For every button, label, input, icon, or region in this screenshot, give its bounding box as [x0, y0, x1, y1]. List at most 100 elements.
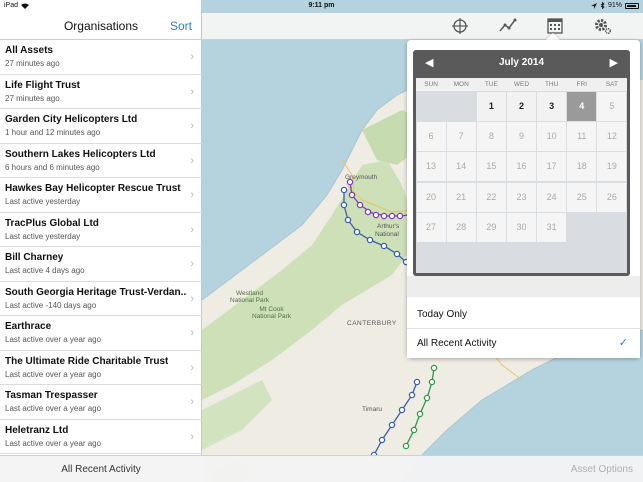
option-today-only-label: Today Only	[417, 309, 468, 320]
calendar-day[interactable]: 7	[446, 121, 476, 152]
calendar-icon[interactable]	[544, 15, 566, 37]
org-last-active: Last active 4 days ago	[5, 266, 85, 275]
calendar-day[interactable]: 3	[537, 91, 567, 121]
chevron-right-icon: ›	[190, 258, 194, 270]
calendar-day[interactable]: 30	[506, 212, 537, 243]
all-recent-activity-button[interactable]: All Recent Activity	[0, 455, 202, 482]
calendar-weekdays: SUN MON TUE WED THU FRI SAT	[416, 78, 627, 91]
org-last-active: Last active -140 days ago	[5, 300, 97, 310]
calendar-day[interactable]: 19	[597, 152, 627, 182]
org-last-active: 27 minutes ago	[5, 93, 60, 103]
calendar-day[interactable]: 22	[476, 182, 506, 212]
org-name: Earthrace	[5, 321, 52, 332]
list-item[interactable]: Heletranz Ltd Last active over a year ago…	[0, 420, 202, 454]
calendar-day[interactable]: 10	[537, 121, 567, 152]
next-month-icon[interactable]: ▶	[610, 56, 618, 69]
org-name: Life Flight Trust	[5, 79, 80, 91]
org-name: Garden City Helicopters Ltd	[5, 114, 138, 125]
checkmark-icon: ✓	[618, 337, 628, 349]
map-label-timaru: Timaru	[362, 406, 382, 413]
calendar-day[interactable]: 14	[446, 152, 476, 182]
battery-percent: 91%	[607, 2, 622, 9]
map-footer: Asset Options	[202, 455, 643, 482]
calendar-day[interactable]: 9	[506, 121, 537, 152]
org-name: South Georgia Heritage Trust-Verdan...	[5, 286, 187, 298]
map-label-greymouth: Greymouth	[345, 174, 378, 181]
calendar-day[interactable]: 23	[506, 182, 537, 212]
calendar-day[interactable]: 17	[537, 152, 567, 182]
calendar-day[interactable]: 25	[567, 182, 597, 212]
chevron-right-icon: ›	[190, 430, 194, 443]
org-name: Tasman Trespasser	[5, 390, 98, 401]
org-name: The Ultimate Ride Charitable Trust	[5, 355, 169, 367]
calendar-day[interactable]: 16	[506, 152, 537, 182]
battery-icon	[625, 2, 639, 9]
calendar-day[interactable]: 13	[416, 152, 446, 182]
calendar-day[interactable]: 24	[537, 182, 567, 212]
calendar-day[interactable]: 29	[476, 212, 506, 243]
list-item[interactable]: The Ultimate Ride Charitable Trust Last a…	[0, 351, 202, 385]
list-item[interactable]: Southern Lakes Helicopters Ltd 6 hours an…	[0, 144, 202, 178]
calendar-grid: 1 2 3 4 5 6 7 8 9 10 11 12 13 14 15 16 17 18 19 20 21 22 23 24 2…	[416, 91, 627, 273]
calendar-day[interactable]: 20	[416, 182, 446, 212]
list-item[interactable]: Hawkes Bay Helicopter Rescue Trust Last a…	[0, 178, 202, 213]
crosshair-icon[interactable]	[449, 15, 471, 37]
list-item[interactable]: South Georgia Heritage Trust-Verdan... La…	[0, 282, 202, 316]
list-item[interactable]: TracPlus Global Ltd Last active yesterday…	[0, 213, 202, 247]
bluetooth-icon	[600, 2, 605, 9]
calendar-day[interactable]: 15	[476, 152, 506, 182]
calendar-day[interactable]: 5	[597, 91, 627, 121]
chevron-right-icon: ›	[190, 327, 194, 339]
calendar-day[interactable]: 18	[567, 152, 597, 182]
location-arrow-icon	[590, 2, 597, 9]
list-item[interactable]: Garden City Helicopters Ltd 1 hour and 12…	[0, 109, 202, 144]
org-name: Bill Charney	[5, 252, 64, 263]
org-name: Hawkes Bay Helicopter Rescue Trust	[5, 183, 181, 194]
org-name: Heletranz Ltd	[5, 424, 69, 436]
weekday-label: WED	[513, 81, 530, 88]
calendar-header: ◀ July 2014 ▶	[413, 50, 630, 77]
weekday-label: THU	[544, 81, 559, 88]
sort-button[interactable]: Sort	[170, 19, 192, 33]
weekday-label: FRI	[576, 81, 588, 88]
chevron-right-icon: ›	[190, 189, 194, 201]
calendar-day[interactable]: 21	[446, 182, 476, 212]
weekday-label: TUE	[484, 81, 498, 88]
chevron-right-icon: ›	[190, 51, 194, 63]
list-item[interactable]: Life Flight Trust 27 minutes ago ›	[0, 75, 202, 109]
calendar-day[interactable]: 28	[446, 212, 476, 243]
calendar-day[interactable]: 12	[597, 121, 627, 152]
map-label-arthurs: Arthur's	[377, 223, 400, 230]
org-last-active: Last active over a year ago	[5, 404, 102, 413]
list-item[interactable]: Bill Charney Last active 4 days ago ›	[0, 247, 202, 282]
calendar-day[interactable]: 27	[416, 212, 446, 243]
sidebar-header: Organisations Sort	[0, 13, 202, 40]
org-last-active: 6 hours and 6 minutes ago	[5, 162, 100, 172]
weekday-label: MON	[453, 81, 469, 88]
calendar-day[interactable]: 1	[476, 91, 506, 121]
option-all-recent[interactable]: All Recent Activity ✓	[407, 329, 640, 358]
calendar-day[interactable]: 8	[476, 121, 506, 152]
list-item[interactable]: Tasman Trespasser Last active over a year…	[0, 385, 202, 420]
map-label-mt-cook-np: Mt Cook National Park	[252, 306, 292, 320]
calendar-day[interactable]: 4	[567, 91, 597, 121]
calendar-day[interactable]: 6	[416, 121, 446, 152]
list-item[interactable]: Earthrace Last active over a year ago ›	[0, 316, 202, 351]
org-last-active: Last active yesterday	[5, 231, 81, 241]
calendar-day[interactable]: 26	[597, 182, 627, 212]
calendar-day[interactable]: 11	[567, 121, 597, 152]
settings-icon[interactable]	[591, 15, 613, 37]
org-last-active: Last active yesterday	[5, 197, 81, 206]
org-name: All Assets	[5, 45, 53, 56]
calendar-day[interactable]: 2	[506, 91, 537, 121]
map-label-canterbury: CANTERBURY	[347, 320, 397, 327]
option-today-only[interactable]: Today Only	[407, 300, 640, 329]
chart-line-icon[interactable]	[497, 15, 519, 37]
org-last-active: Last active over a year ago	[5, 369, 102, 379]
asset-options-button[interactable]: Asset Options	[571, 464, 633, 475]
ipad-screen: iPad 9:11 pm 91% Greymouth Arthur's Nati…	[0, 0, 643, 482]
list-item[interactable]: All Assets 27 minutes ago ›	[0, 40, 202, 75]
calendar-day[interactable]: 31	[537, 212, 567, 243]
status-bar: iPad 9:11 pm 91%	[0, 0, 643, 13]
weekday-label: SAT	[605, 81, 618, 88]
